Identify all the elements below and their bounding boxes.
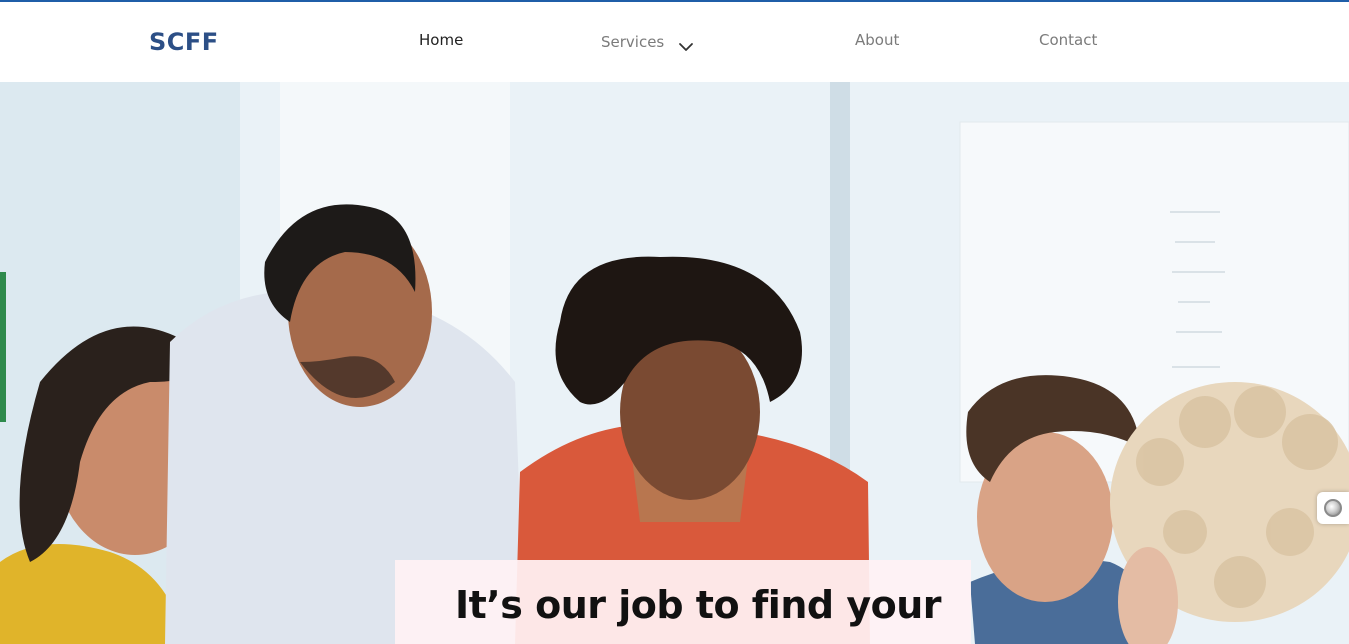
circle-icon	[1324, 499, 1342, 517]
nav-about-link[interactable]: About	[855, 30, 899, 50]
nav-home-link[interactable]: Home	[419, 30, 463, 50]
accessibility-widget-button[interactable]	[1317, 492, 1349, 524]
nav-services-label: Services	[601, 33, 665, 51]
logo[interactable]: SCFF	[149, 28, 219, 56]
hero-section: It’s our job to find your	[0, 82, 1349, 644]
hero-title: It’s our job to find your	[455, 583, 942, 627]
nav-contact-link[interactable]: Contact	[1039, 30, 1097, 50]
hero-headline-card: It’s our job to find your	[395, 560, 971, 644]
chevron-down-icon[interactable]	[678, 37, 694, 51]
nav-services-link[interactable]: Services	[601, 32, 694, 52]
site-header: SCFF Home Services About Contact	[0, 2, 1349, 82]
